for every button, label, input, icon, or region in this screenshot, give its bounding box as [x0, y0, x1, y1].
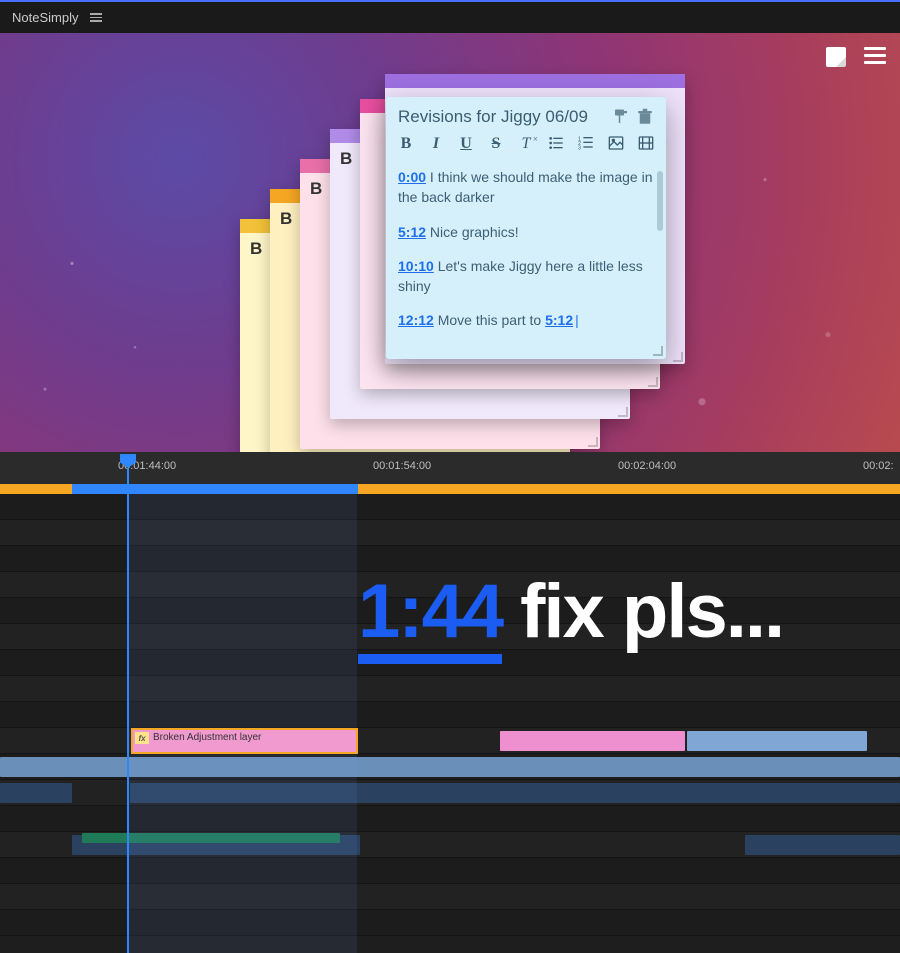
clip-label: Broken Adjustment layer [153, 732, 261, 743]
app-titlebar: NoteSimply [0, 0, 900, 33]
clip[interactable] [500, 731, 685, 751]
svg-text:3: 3 [578, 146, 581, 151]
paint-icon[interactable] [612, 108, 630, 126]
image-icon[interactable] [608, 135, 624, 153]
note-entry: 12:12 Move this part to 5:12| [398, 310, 654, 330]
note-header: Revisions for Jiggy 06/09 [386, 97, 666, 133]
timestamp-link[interactable]: 12:12 [398, 312, 434, 328]
note-entry: 10:10 Let's make Jiggy here a little les… [398, 256, 654, 297]
scrollbar[interactable] [657, 171, 663, 231]
playhead-line[interactable] [127, 468, 129, 953]
fx-badge-icon: fx [135, 732, 149, 744]
overlay-timestamp[interactable]: 1:44 [358, 569, 502, 664]
note-entry: 0:00 I think we should make the image in… [398, 167, 654, 208]
note-text: I think we should make the image in the … [398, 169, 653, 205]
timestamp-link[interactable]: 5:12 [398, 224, 426, 240]
overlay-annotation: 1:44fix pls... [358, 568, 783, 655]
ruler-label: 00:01:54:00 [373, 460, 431, 472]
app-menu-icon[interactable] [90, 13, 102, 22]
bold-icon: B [250, 239, 262, 259]
numbered-list-icon[interactable]: 123 [578, 135, 594, 153]
bold-icon: B [310, 179, 322, 199]
bold-icon[interactable]: B [398, 135, 414, 153]
bold-icon: B [340, 149, 352, 169]
note-title[interactable]: Revisions for Jiggy 06/09 [398, 107, 606, 127]
clip[interactable] [0, 783, 72, 803]
note-text: Let's make Jiggy here a little less shin… [398, 258, 643, 294]
in-out-range[interactable] [72, 484, 358, 494]
note-text: Move this part to [438, 312, 545, 328]
timestamp-link[interactable]: 10:10 [398, 258, 434, 274]
note-entry: 5:12 Nice graphics! [398, 222, 654, 242]
bold-icon: B [280, 209, 292, 229]
note-toolbar: B I U S T 123 [386, 133, 666, 163]
selected-clip[interactable]: fx Broken Adjustment layer [131, 728, 358, 754]
strikethrough-icon[interactable]: S [488, 135, 504, 153]
clear-format-icon[interactable]: T [518, 135, 534, 153]
app-name: NoteSimply [12, 10, 78, 25]
resize-handle-icon[interactable] [653, 346, 663, 356]
work-area-bar[interactable] [0, 484, 900, 494]
panel-menu-icon[interactable] [864, 47, 886, 67]
track-row[interactable]: fx Broken Adjustment layer [0, 728, 900, 754]
clip[interactable] [687, 731, 867, 751]
note-text: Nice graphics! [430, 224, 519, 240]
note-toggle-icon[interactable] [826, 47, 846, 67]
trash-icon[interactable] [636, 108, 654, 126]
overlay-message: fix pls... [520, 569, 783, 654]
clip[interactable] [745, 835, 900, 855]
timestamp-link[interactable]: 0:00 [398, 169, 426, 185]
revision-note[interactable]: Revisions for Jiggy 06/09 B I U S T 123 [386, 97, 666, 359]
ruler-label: 00:02: [863, 460, 894, 472]
timestamp-link[interactable]: 5:12 [545, 312, 573, 328]
program-monitor: B B B B Revisions for Jiggy 06/09 B I U … [0, 33, 900, 452]
bullet-list-icon[interactable] [548, 135, 564, 153]
note-body[interactable]: 0:00 I think we should make the image in… [386, 163, 666, 359]
ruler-label: 00:02:04:00 [618, 460, 676, 472]
video-icon[interactable] [638, 135, 654, 153]
italic-icon[interactable]: I [428, 135, 444, 153]
text-cursor: | [575, 312, 579, 328]
underline-icon[interactable]: U [458, 135, 474, 153]
playhead-range [129, 494, 357, 953]
